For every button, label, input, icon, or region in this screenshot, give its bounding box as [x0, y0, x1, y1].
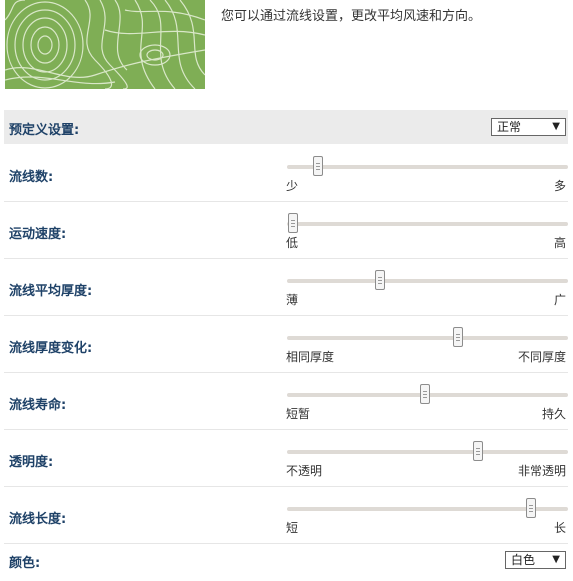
- line-count-min-label: 少: [286, 179, 299, 193]
- slider-row-speed: 运动速度: 低 高: [4, 202, 568, 259]
- slider-row-lifetime: 流线寿命: 短暂 持久: [4, 373, 568, 430]
- preset-label: 预定义设置:: [9, 123, 80, 138]
- preset-select-value: 正常: [497, 120, 522, 134]
- avg-thickness-track[interactable]: [287, 270, 568, 290]
- line-length-max-label: 长: [553, 521, 566, 535]
- speed-min-label: 低: [286, 236, 299, 250]
- preset-select[interactable]: 正常 ▼: [491, 118, 566, 136]
- transparency-track[interactable]: [287, 441, 568, 461]
- dropdown-arrow-icon: ▼: [552, 121, 560, 132]
- streamline-preview-graphic: [5, 0, 205, 89]
- color-label: 颜色:: [9, 556, 41, 571]
- thickness-variation-min-label: 相同厚度: [286, 350, 335, 364]
- speed-label: 运动速度:: [9, 227, 67, 242]
- lifetime-track[interactable]: [287, 384, 568, 404]
- dropdown-arrow-icon: ▼: [552, 554, 560, 565]
- color-select-value: 白色: [511, 553, 536, 567]
- thickness-variation-label: 流线厚度变化:: [9, 341, 93, 356]
- avg-thickness-min-label: 薄: [286, 293, 299, 307]
- speed-track[interactable]: [287, 213, 568, 233]
- line-count-track[interactable]: [287, 156, 568, 176]
- line-count-label: 流线数:: [9, 170, 54, 185]
- transparency-max-label: 非常透明: [517, 464, 566, 478]
- slider-row-transparency: 透明度: 不透明 非常透明: [4, 430, 568, 487]
- streamline-preview-image: [5, 0, 205, 89]
- thickness-variation-thumb[interactable]: [453, 327, 464, 347]
- transparency-min-label: 不透明: [286, 464, 323, 478]
- avg-thickness-thumb[interactable]: [374, 270, 385, 290]
- slider-row-thickness-variation: 流线厚度变化: 相同厚度 不同厚度: [4, 316, 568, 373]
- avg-thickness-label: 流线平均厚度:: [9, 284, 93, 299]
- line-count-thumb[interactable]: [312, 156, 323, 176]
- speed-max-label: 高: [553, 236, 566, 250]
- slider-row-avg-thickness: 流线平均厚度: 薄 广: [4, 259, 568, 316]
- color-select[interactable]: 白色 ▼: [505, 551, 566, 569]
- line-length-min-label: 短: [286, 521, 299, 535]
- lifetime-max-label: 持久: [541, 407, 566, 421]
- lifetime-label: 流线寿命:: [9, 398, 67, 413]
- intro-text: 您可以通过流线设置，更改平均风速和方向。: [221, 9, 482, 24]
- line-count-max-label: 多: [553, 179, 566, 193]
- slider-row-line-count: 流线数: 少 多: [4, 145, 568, 202]
- avg-thickness-max-label: 广: [553, 293, 566, 307]
- lifetime-min-label: 短暂: [286, 407, 311, 421]
- transparency-label: 透明度:: [9, 455, 54, 470]
- line-length-label: 流线长度:: [9, 512, 67, 527]
- line-length-thumb[interactable]: [526, 498, 537, 518]
- line-length-track[interactable]: [287, 498, 568, 518]
- transparency-thumb[interactable]: [473, 441, 484, 461]
- thickness-variation-max-label: 不同厚度: [517, 350, 566, 364]
- color-row: 颜色: 白色 ▼: [4, 545, 568, 577]
- thickness-variation-track[interactable]: [287, 327, 568, 347]
- preset-row: 预定义设置: 正常 ▼: [4, 110, 568, 144]
- speed-thumb[interactable]: [287, 213, 298, 233]
- slider-row-line-length: 流线长度: 短 长: [4, 487, 568, 544]
- lifetime-thumb[interactable]: [419, 384, 430, 404]
